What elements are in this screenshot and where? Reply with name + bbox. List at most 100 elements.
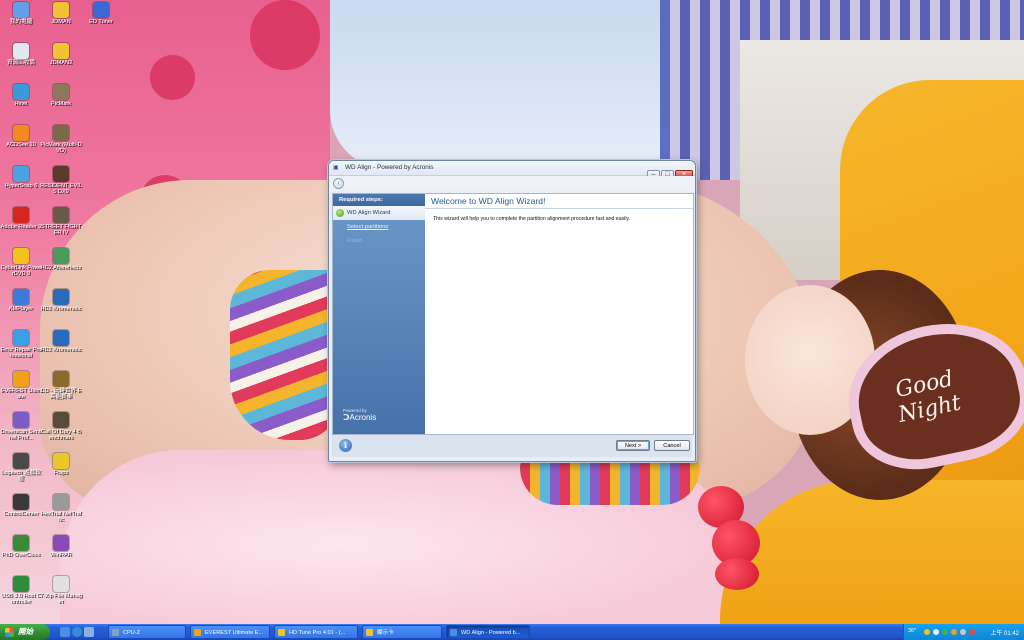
taskbar-app-icon: [194, 629, 201, 636]
desktop-icon-label: Logitech 遊戲軟體: [1, 470, 41, 483]
desktop-icon[interactable]: KMPlayer: [0, 289, 42, 312]
back-arrow-icon[interactable]: ‹: [333, 178, 344, 189]
desktop-icon[interactable]: Error Repair Professional: [0, 330, 42, 360]
cancel-button[interactable]: Cancel: [654, 440, 690, 451]
tray-network-icon[interactable]: [933, 629, 939, 635]
wd-align-window[interactable]: ▣ WD Align - Powered by Acronis – □ × ‹ Re…: [328, 160, 696, 462]
desktop-icon-label: ED Tuner: [89, 19, 113, 25]
next-button[interactable]: Next >: [616, 440, 650, 451]
desktop-icon-label: JDMAN: [51, 19, 71, 25]
tray-monitor-icon[interactable]: [951, 629, 957, 635]
window-titlebar[interactable]: ▣ WD Align - Powered by Acronis – □ ×: [329, 161, 695, 179]
taskbar-item[interactable]: WD Align - Powered b...: [446, 625, 530, 639]
tray-alert-icon[interactable]: [969, 629, 975, 635]
page-heading: Welcome to WD Align Wizard!: [425, 194, 693, 209]
desktop-icon[interactable]: Fraps: [40, 453, 82, 476]
acronis-logo: Powered by ᑐAcronis: [343, 408, 376, 422]
desktop-icon-label: HD2 Kromenotic: [40, 306, 82, 312]
step-wd-align-wizard[interactable]: WD Align Wizard: [333, 206, 425, 220]
desktop-icon[interactable]: PhD OverClock: [0, 535, 42, 558]
desktop-icon[interactable]: ACDSee 10: [0, 125, 42, 148]
desktop-icon[interactable]: HD2 Aftereffects: [40, 248, 82, 271]
desktop-app-icon: [93, 2, 109, 18]
desktop-icon[interactable]: STREET FIGHTER IV: [40, 207, 82, 237]
desktop-icon[interactable]: Hinet: [0, 84, 42, 107]
desktop-icon[interactable]: Adobe Reader 9: [0, 207, 42, 230]
desktop-icon-label: 7-Zip File Manager: [40, 593, 82, 606]
step-label: Select partitions: [347, 224, 389, 230]
desktop-icon[interactable]: 7-Zip File Manager: [40, 576, 82, 606]
desktop-app-icon: [13, 207, 29, 223]
taskbar-app-icon: [278, 629, 285, 636]
steps-panel: Required steps: WD Align Wizard Select p…: [333, 194, 425, 434]
window-title: WD Align - Powered by Acronis: [345, 164, 434, 171]
desktop-icon[interactable]: PicMark (Multi-DVD): [40, 125, 82, 155]
desktop-icon[interactable]: JDMAN: [40, 2, 82, 25]
desktop-icon[interactable]: HD2 Kromenotic: [40, 330, 82, 353]
desktop-app-icon: [53, 289, 69, 305]
desktop-icon[interactable]: USB 3.0 Host Controller: [0, 576, 42, 606]
taskbar-app-icon: [450, 629, 457, 636]
taskbar-item[interactable]: HD Tune Pro 4.01 - (...: [274, 625, 358, 639]
taskbar-item[interactable]: EVEREST Ultimate E...: [190, 625, 270, 639]
step-label: WD Align Wizard: [347, 210, 391, 216]
tray-security-icon[interactable]: [942, 629, 948, 635]
navigation-bar: ‹: [329, 176, 695, 191]
tray-status-icon[interactable]: [924, 629, 930, 635]
desktop-icon-label: EVEREST Ultimate: [0, 388, 42, 401]
desktop-icon[interactable]: JDMAN2: [40, 43, 82, 66]
desktop-icon[interactable]: HyperSnap 6: [0, 166, 42, 189]
desktop-icon-label: RESIDENT EVIL 5 DX9: [40, 183, 82, 196]
desktop-icon[interactable]: EVEREST Ultimate: [0, 371, 42, 401]
help-icon[interactable]: i: [339, 439, 352, 452]
system-tray: 36° 上午 01:42: [903, 624, 1024, 640]
media-player-icon[interactable]: [84, 627, 94, 637]
desktop-app-icon: [13, 125, 29, 141]
desktop-app-icon: [13, 248, 29, 264]
desktop-icon-label: DD - 玩轉世界 E 高能賽車: [40, 388, 82, 401]
desktop-app-icon: [53, 84, 69, 100]
desktop-icon[interactable]: 資源回收筒: [0, 43, 42, 66]
wizard-footer: i Next > Cancel: [332, 435, 692, 457]
taskbar-item-label: EVEREST Ultimate E...: [205, 630, 264, 636]
desktop-app-icon: [13, 2, 29, 18]
desktop-app-icon: [53, 125, 69, 141]
desktop-icon-label: JDMAN2: [49, 60, 73, 66]
desktop-app-icon: [13, 535, 29, 551]
desktop-icon[interactable]: Call Of Duty 4 Benchmark: [40, 412, 82, 442]
desktop-icon[interactable]: Driverscan Sentinel Prof...: [0, 412, 42, 442]
step-label: Finish: [347, 238, 363, 244]
start-button[interactable]: 開始: [0, 624, 50, 640]
desktop-app-icon: [13, 166, 29, 182]
desktop-icon[interactable]: RESIDENT EVIL 5 DX9: [40, 166, 82, 196]
brand-name: Acronis: [349, 413, 377, 422]
internet-explorer-icon[interactable]: [72, 627, 82, 637]
desktop-icon[interactable]: DD - 玩轉世界 E 高能賽車: [40, 371, 82, 401]
desktop-icon-label: CyberLink PowerDVD 9: [0, 265, 42, 278]
desktop-icon-label: Hinet: [14, 101, 28, 107]
desktop-icon-label: PicMark (Multi-DVD): [40, 142, 82, 155]
desktop-icon[interactable]: WinRAR: [40, 535, 82, 558]
desktop-icon-label: Error Repair Professional: [0, 347, 42, 360]
show-desktop-icon[interactable]: [60, 627, 70, 637]
desktop-app-icon: [53, 453, 69, 469]
desktop-icon[interactable]: Logitech 遊戲軟體: [0, 453, 42, 483]
desktop-icon[interactable]: CyberLink PowerDVD 9: [0, 248, 42, 278]
taskbar-item[interactable]: CPU-Z: [108, 625, 186, 639]
desktop-app-icon: [13, 371, 29, 387]
desktop-icon-label: ACDSee 10: [6, 142, 36, 148]
step-select-partitions[interactable]: Select partitions: [333, 220, 425, 234]
taskbar: 開始 CPU-Z EVEREST Ultimate E... HD Tune Pro…: [0, 624, 1024, 640]
desktop-icon-label: HD2 Kromenotic: [40, 347, 82, 353]
desktop-icon[interactable]: 我的電腦: [0, 2, 42, 25]
tray-volume-icon[interactable]: [960, 629, 966, 635]
desktop-icon-label: KMPlayer: [8, 306, 34, 312]
current-step-icon: [336, 209, 344, 217]
desktop-icon[interactable]: HexTrial NetTraffic: [40, 494, 82, 524]
desktop-icon[interactable]: HD2 Kromenotic: [40, 289, 82, 312]
desktop-icon[interactable]: ControlCenter: [0, 494, 42, 517]
desktop-app-icon: [53, 248, 69, 264]
taskbar-item[interactable]: 顯示卡: [362, 625, 442, 639]
desktop-icon[interactable]: ED Tuner: [80, 2, 122, 25]
desktop-icon[interactable]: PicMark: [40, 84, 82, 107]
